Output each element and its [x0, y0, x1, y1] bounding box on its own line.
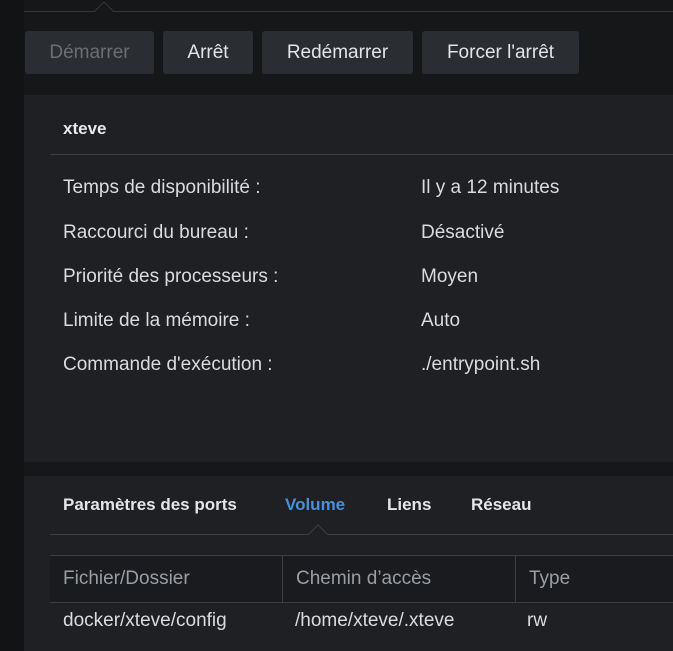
- force-stop-button[interactable]: Forcer l'arrêt: [422, 31, 579, 74]
- desktop-shortcut-label: Raccourci du bureau :: [63, 222, 249, 243]
- start-button[interactable]: Démarrer: [25, 31, 154, 74]
- stop-button[interactable]: Arrêt: [163, 31, 253, 74]
- column-header-type[interactable]: Type: [515, 556, 673, 602]
- container-name: xteve: [63, 119, 107, 138]
- cell-type: rw: [527, 610, 548, 631]
- top-divider: [24, 11, 673, 12]
- tab-network[interactable]: Réseau: [471, 495, 531, 515]
- exec-command-value: ./entrypoint.sh: [421, 354, 541, 375]
- settings-tabs-panel: Paramètres des ports Volume Liens Réseau…: [24, 476, 673, 651]
- exec-command-label: Commande d'exécution :: [63, 354, 273, 375]
- restart-button[interactable]: Redémarrer: [262, 31, 413, 74]
- active-tab-caret-icon: [308, 524, 328, 535]
- title-divider: [50, 154, 673, 155]
- tabs-divider: [50, 534, 673, 535]
- tab-port-settings[interactable]: Paramètres des ports: [63, 495, 237, 515]
- left-strip: [0, 0, 24, 651]
- container-info-panel: xteve Temps de disponibilité : Il y a 12…: [24, 95, 673, 462]
- cell-file-folder: docker/xteve/config: [63, 610, 227, 631]
- tab-volume[interactable]: Volume: [285, 495, 345, 515]
- cell-mount-path: /home/xteve/.xteve: [295, 610, 455, 631]
- column-header-file-folder[interactable]: Fichier/Dossier: [50, 556, 282, 602]
- volume-table-header: Fichier/Dossier Chemin d’accès Type: [50, 555, 673, 603]
- memory-limit-value: Auto: [421, 310, 461, 331]
- tab-links[interactable]: Liens: [387, 495, 431, 515]
- uptime-label: Temps de disponibilité :: [63, 177, 261, 198]
- desktop-shortcut-value: Désactivé: [421, 222, 505, 243]
- column-header-mount-path[interactable]: Chemin d’accès: [282, 556, 515, 602]
- uptime-value: Il y a 12 minutes: [421, 177, 560, 198]
- top-caret-icon: [94, 1, 114, 12]
- memory-limit-label: Limite de la mémoire :: [63, 310, 250, 331]
- container-detail-view: Démarrer Arrêt Redémarrer Forcer l'arrêt…: [0, 0, 673, 651]
- cpu-priority-value: Moyen: [421, 266, 479, 287]
- cpu-priority-label: Priorité des processeurs :: [63, 266, 279, 287]
